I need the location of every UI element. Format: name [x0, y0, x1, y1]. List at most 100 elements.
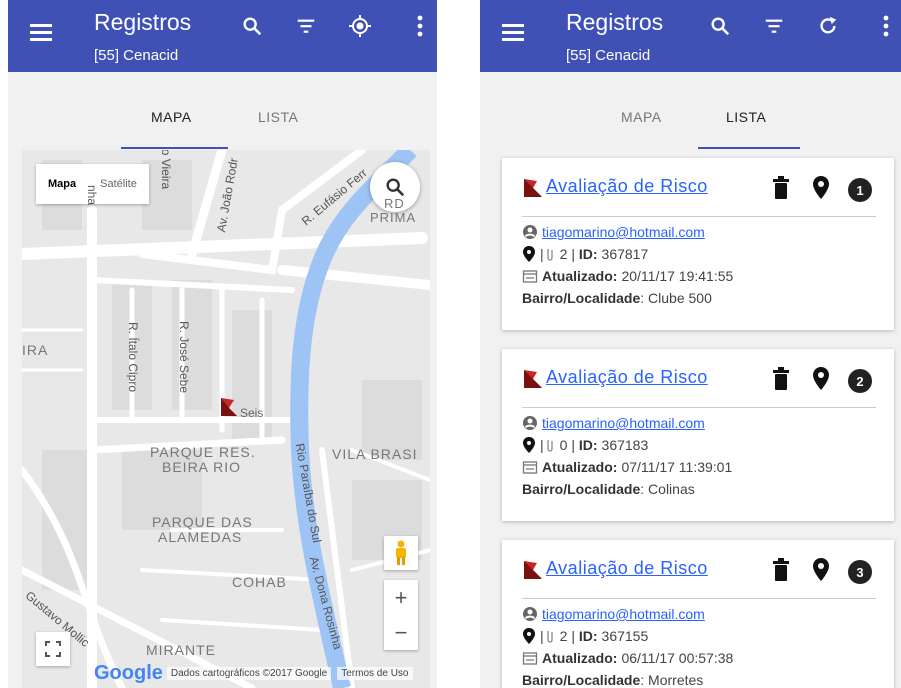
location-pin-icon[interactable] [812, 367, 830, 391]
account-circle-icon [523, 416, 537, 430]
location-pin-icon[interactable] [812, 176, 830, 200]
attachment-icon [546, 631, 553, 643]
record-updated-row: Atualizado: 06/11/17 00:57:38 [522, 650, 733, 666]
google-logo: Google [94, 661, 163, 684]
attachment-icon [546, 440, 553, 452]
record-card[interactable]: Avaliação de Risco 2 tiagomarino@hotmail… [502, 349, 894, 521]
map-type-mapa[interactable]: Mapa [36, 178, 88, 190]
separator: | [567, 437, 579, 453]
map-view[interactable]: Mapa Satélite RD PRIMA IRA PARQUE RES. B… [22, 150, 430, 688]
tab-indicator [121, 147, 228, 149]
risk-flag-icon [524, 561, 542, 579]
app-subtitle: [55] Cenacid [94, 47, 179, 64]
menu-icon[interactable] [30, 24, 52, 46]
search-icon[interactable] [706, 12, 734, 40]
zoom-in-button[interactable]: + [384, 580, 418, 615]
attachment-count: 2 [559, 628, 568, 644]
separator: | [567, 246, 579, 262]
pegman-icon [396, 540, 406, 565]
more-vert-icon[interactable] [406, 12, 434, 40]
refresh-icon[interactable] [814, 12, 842, 40]
record-number-badge: 2 [848, 369, 872, 393]
app-bar: Registros [55] Cenacid [8, 0, 437, 72]
tab-mapa[interactable]: MAPA [151, 109, 192, 125]
tab-lista[interactable]: LISTA [726, 109, 766, 125]
map-area-label: PRIMA [370, 210, 417, 225]
location-pin-icon [523, 628, 535, 644]
record-email-row: tiagomarino@hotmail.com [522, 224, 705, 240]
terms-link[interactable]: Termos de Uso [337, 666, 413, 680]
tab-bar: MAPA LISTA [480, 72, 901, 150]
record-updated-row: Atualizado: 20/11/17 19:41:55 [522, 268, 733, 284]
record-email-row: tiagomarino@hotmail.com [522, 606, 705, 622]
record-updated-row: Atualizado: 07/11/17 11:39:01 [522, 459, 732, 475]
record-id: 367817 [601, 246, 649, 262]
account-circle-icon [523, 225, 537, 239]
risk-flag-icon [524, 370, 542, 388]
record-id: 367155 [601, 628, 649, 644]
record-meta-row: | 2 | ID: 367155 [522, 628, 648, 644]
updated-label: Atualizado: [542, 268, 618, 284]
map-area-label: VILA BRASI [332, 446, 418, 462]
search-icon[interactable] [238, 12, 266, 40]
bairro-label: Bairro/Localidade [522, 672, 641, 688]
street-view-pegman[interactable] [384, 536, 418, 570]
zoom-control: + − [384, 580, 418, 650]
fullscreen-button[interactable] [36, 632, 70, 666]
record-title[interactable]: Avaliação de Risco [546, 558, 708, 579]
filter-icon[interactable] [292, 12, 320, 40]
bairro-label: Bairro/Localidade [522, 290, 641, 306]
location-pin-icon [523, 437, 535, 453]
record-card[interactable]: Avaliação de Risco 1 tiagomarino@hotmail… [502, 158, 894, 330]
map-area-label: RD [384, 196, 405, 211]
account-circle-icon [523, 607, 537, 621]
risk-flag-icon [221, 398, 237, 416]
map-area-label: PARQUE RES. [150, 444, 256, 460]
card-divider [522, 216, 876, 217]
list-screen: Registros [55] Cenacid MAPA LISTA Avalia… [480, 0, 901, 688]
more-vert-icon[interactable] [872, 12, 900, 40]
my-location-icon[interactable] [346, 12, 374, 40]
map-marker[interactable]: Seis [218, 396, 263, 423]
risk-flag-icon [524, 179, 542, 197]
record-email[interactable]: tiagomarino@hotmail.com [542, 606, 705, 622]
record-bairro-row: Bairro/Localidade : Colinas [522, 481, 695, 497]
id-label: ID: [578, 437, 598, 453]
tab-bar: MAPA LISTA [8, 72, 437, 150]
record-email[interactable]: tiagomarino@hotmail.com [542, 224, 705, 240]
search-icon [386, 178, 405, 197]
record-meta-row: | 0 | ID: 367183 [522, 437, 648, 453]
record-updated: 07/11/17 11:39:01 [621, 459, 733, 475]
record-updated: 06/11/17 00:57:38 [621, 650, 734, 666]
record-number-badge: 3 [848, 560, 872, 584]
map-screen: Registros [55] Cenacid MAPA LISTA Mapa S… [8, 0, 437, 688]
map-area-label: ALAMEDAS [158, 529, 243, 545]
calendar-icon [522, 461, 538, 474]
map-area-label: COHAB [232, 574, 287, 590]
card-divider [522, 598, 876, 599]
id-label: ID: [578, 628, 598, 644]
tab-mapa[interactable]: MAPA [621, 109, 662, 125]
record-title[interactable]: Avaliação de Risco [546, 367, 708, 388]
trash-icon[interactable] [772, 558, 790, 582]
record-bairro-row: Bairro/Localidade : Morretes [522, 672, 703, 688]
bairro-label: Bairro/Localidade [522, 481, 641, 497]
map-area-label: BEIRA RIO [162, 459, 242, 475]
location-pin-icon[interactable] [812, 558, 830, 582]
record-bairro-row: Bairro/Localidade : Clube 500 [522, 290, 712, 306]
trash-icon[interactable] [772, 367, 790, 391]
zoom-out-button[interactable]: − [384, 615, 418, 650]
attachment-count: 2 [559, 246, 568, 262]
record-email[interactable]: tiagomarino@hotmail.com [542, 415, 705, 431]
map-footer: Google Dados cartográficos ©2017 Google … [94, 662, 430, 684]
app-title: Registros [566, 9, 664, 35]
filter-icon[interactable] [760, 12, 788, 40]
record-bairro: : Morretes [640, 672, 704, 688]
trash-icon[interactable] [772, 176, 790, 200]
record-card[interactable]: Avaliação de Risco 3 tiagomarino@hotmail… [502, 540, 894, 688]
record-title[interactable]: Avaliação de Risco [546, 176, 708, 197]
menu-icon[interactable] [502, 24, 524, 46]
tab-lista[interactable]: LISTA [258, 109, 298, 125]
record-email-row: tiagomarino@hotmail.com [522, 415, 705, 431]
tab-indicator [698, 147, 800, 149]
